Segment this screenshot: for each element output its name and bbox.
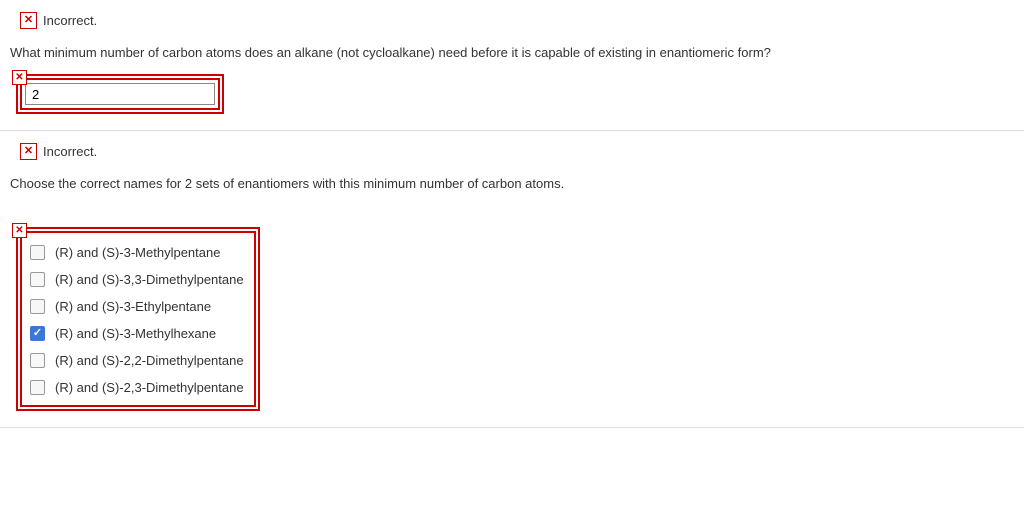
list-item[interactable]: (R) and (S)-2,3-Dimethylpentane	[30, 374, 244, 401]
question-2-section: Incorrect. Choose the correct names for …	[0, 131, 1024, 428]
status-text: Incorrect.	[43, 13, 97, 28]
option-label: (R) and (S)-2,3-Dimethylpentane	[55, 380, 244, 395]
checkbox[interactable]	[30, 353, 45, 368]
incorrect-x-icon	[12, 70, 27, 85]
carbon-count-input[interactable]	[25, 83, 215, 105]
list-item[interactable]: (R) and (S)-2,2-Dimethylpentane	[30, 347, 244, 374]
list-item[interactable]: (R) and (S)-3-Ethylpentane	[30, 293, 244, 320]
answer-options-wrap: (R) and (S)-3-Methylpentane (R) and (S)-…	[20, 231, 256, 407]
incorrect-frame: (R) and (S)-3-Methylpentane (R) and (S)-…	[20, 231, 256, 407]
checkbox[interactable]	[30, 299, 45, 314]
checkbox[interactable]	[30, 245, 45, 260]
list-item[interactable]: (R) and (S)-3,3-Dimethylpentane	[30, 266, 244, 293]
status-badge: Incorrect.	[20, 143, 97, 160]
status-text: Incorrect.	[43, 144, 97, 159]
incorrect-x-icon	[20, 143, 37, 160]
incorrect-x-icon	[12, 223, 27, 238]
question-prompt: Choose the correct names for 2 sets of e…	[10, 176, 1024, 191]
option-label: (R) and (S)-3,3-Dimethylpentane	[55, 272, 244, 287]
question-1-section: Incorrect. What minimum number of carbon…	[0, 0, 1024, 131]
option-label: (R) and (S)-3-Ethylpentane	[55, 299, 211, 314]
question-prompt: What minimum number of carbon atoms does…	[10, 45, 1024, 60]
list-item[interactable]: (R) and (S)-3-Methylpentane	[30, 239, 244, 266]
incorrect-frame	[20, 78, 220, 110]
option-label: (R) and (S)-3-Methylpentane	[55, 245, 220, 260]
checkbox-checked[interactable]	[30, 326, 45, 341]
option-label: (R) and (S)-3-Methylhexane	[55, 326, 216, 341]
checkbox[interactable]	[30, 272, 45, 287]
status-badge: Incorrect.	[20, 12, 97, 29]
checkbox[interactable]	[30, 380, 45, 395]
option-label: (R) and (S)-2,2-Dimethylpentane	[55, 353, 244, 368]
incorrect-x-icon	[20, 12, 37, 29]
answer-input-wrap	[20, 78, 220, 110]
list-item[interactable]: (R) and (S)-3-Methylhexane	[30, 320, 244, 347]
